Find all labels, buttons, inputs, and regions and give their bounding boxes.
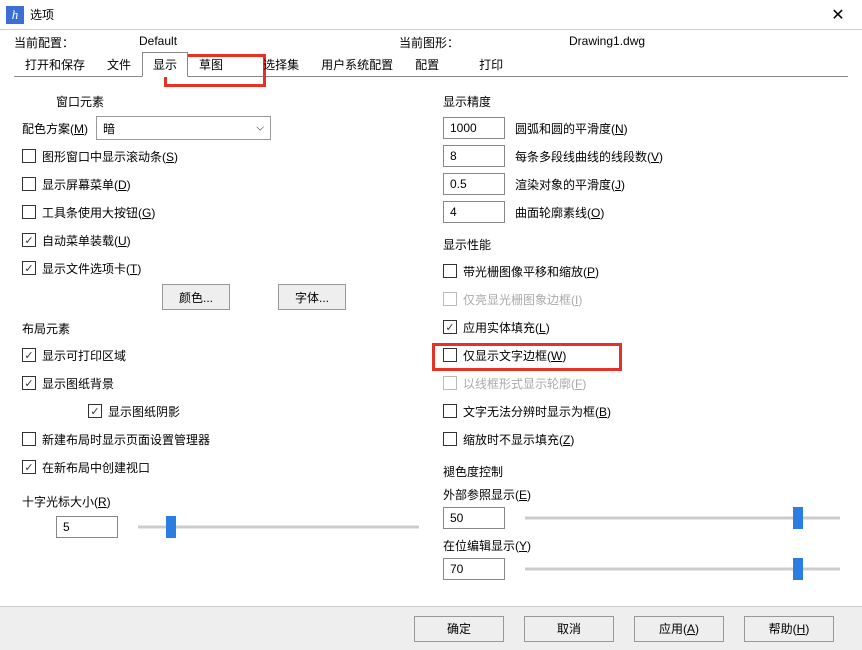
color-button[interactable]: 颜色... [162, 284, 230, 310]
xref-fade-label: 外部参照显示(E) [443, 486, 840, 503]
window-elements-title: 窗口元素 [56, 93, 419, 110]
text-frame-only-option[interactable]: 仅显示文字边框(W) [443, 347, 566, 364]
isoline-input[interactable]: 4 [443, 201, 505, 223]
text-box-checkbox[interactable] [443, 404, 457, 418]
xref-fade-input[interactable]: 50 [443, 507, 505, 529]
xref-fade-thumb[interactable] [793, 507, 803, 529]
inplace-fade-label: 在位编辑显示(Y) [443, 537, 840, 554]
new-layout-mgr-option[interactable]: 新建布局时显示页面设置管理器 [22, 431, 210, 448]
dialog-footer: 确定 取消 应用(A) 帮助(H) [0, 606, 862, 650]
precision-title: 显示精度 [443, 93, 840, 110]
current-drawing-value: Drawing1.dwg [569, 34, 645, 51]
pan-zoom-raster-option[interactable]: 带光栅图像平移和缩放(P) [443, 263, 599, 280]
solid-fill-option[interactable]: 应用实体填充(L) [443, 319, 550, 336]
auto-menu-checkbox[interactable] [22, 233, 36, 247]
color-scheme-label: 配色方案(M) [22, 120, 88, 137]
big-buttons-checkbox[interactable] [22, 205, 36, 219]
paper-bg-checkbox[interactable] [22, 376, 36, 390]
poly-segments-label: 每条多段线曲线的线段数(V) [515, 148, 663, 165]
screen-menu-checkbox[interactable] [22, 177, 36, 191]
right-column: 显示精度 1000 圆弧和圆的平滑度(N) 8 每条多段线曲线的线段数(V) 0.5… [443, 87, 840, 580]
titlebar: h 选项 ✕ [0, 0, 862, 30]
arc-smooth-input[interactable]: 1000 [443, 117, 505, 139]
color-scheme-value: 暗 [103, 120, 115, 137]
tab-sketch[interactable]: 草图 [188, 52, 234, 77]
render-smooth-input[interactable]: 0.5 [443, 173, 505, 195]
highlight-raster-frame-checkbox [443, 292, 457, 306]
poly-segments-input[interactable]: 8 [443, 145, 505, 167]
inplace-fade-input[interactable]: 70 [443, 558, 505, 580]
paper-shadow-checkbox[interactable] [88, 404, 102, 418]
crosshair-slider[interactable] [138, 521, 419, 533]
scrollbars-checkbox[interactable] [22, 149, 36, 163]
xref-fade-slider[interactable] [525, 512, 840, 524]
apply-button[interactable]: 应用(A) [634, 616, 724, 642]
isoline-label: 曲面轮廓素线(O) [515, 204, 604, 221]
window-title: 选项 [30, 6, 818, 23]
perf-title: 显示性能 [443, 236, 840, 253]
new-layout-viewport-checkbox[interactable] [22, 460, 36, 474]
tab-file[interactable]: 文件 [96, 52, 142, 77]
crosshair-input[interactable]: 5 [56, 516, 118, 538]
ok-button[interactable]: 确定 [414, 616, 504, 642]
highlight-raster-frame-option: 仅亮显光栅图象边框(I) [443, 291, 582, 308]
tab-display[interactable]: 显示 [142, 52, 188, 77]
close-icon[interactable]: ✕ [818, 1, 858, 29]
tab-print[interactable]: 打印 [468, 52, 514, 77]
content-area: 窗口元素 配色方案(M) 暗 ⌵ 图形窗口中显示滚动条(S) 显示屏幕菜单(D)… [0, 77, 862, 588]
wireframe-option: 以线框形式显示轮廓(F) [443, 375, 586, 392]
help-button[interactable]: 帮助(H) [744, 616, 834, 642]
inplace-fade-slider[interactable] [525, 563, 840, 575]
tabs: 打开和保存 文件 显示 草图 选择集 用户系统配置 配置 打印 [0, 53, 862, 77]
tab-user-config[interactable]: 用户系统配置 [310, 52, 404, 77]
solid-fill-checkbox[interactable] [443, 320, 457, 334]
wireframe-checkbox [443, 376, 457, 390]
screen-menu-option[interactable]: 显示屏幕菜单(D) [22, 176, 131, 193]
current-config-label: 当前配置： [14, 34, 139, 51]
text-box-option[interactable]: 文字无法分辨时显示为框(B) [443, 403, 611, 420]
tab-selection[interactable]: 选择集 [252, 52, 310, 77]
new-layout-viewport-option[interactable]: 在新布局中创建视口 [22, 459, 150, 476]
left-column: 窗口元素 配色方案(M) 暗 ⌵ 图形窗口中显示滚动条(S) 显示屏幕菜单(D)… [22, 87, 419, 580]
print-area-option[interactable]: 显示可打印区域 [22, 347, 126, 364]
no-fill-zoom-option[interactable]: 缩放时不显示填充(Z) [443, 431, 574, 448]
paper-shadow-option[interactable]: 显示图纸阴影 [88, 403, 180, 420]
app-icon: h [6, 6, 24, 24]
auto-menu-option[interactable]: 自动菜单装载(U) [22, 232, 131, 249]
cancel-button[interactable]: 取消 [524, 616, 614, 642]
no-fill-zoom-checkbox[interactable] [443, 432, 457, 446]
inplace-fade-thumb[interactable] [793, 558, 803, 580]
tab-open-save[interactable]: 打开和保存 [14, 52, 96, 77]
print-area-checkbox[interactable] [22, 348, 36, 362]
big-buttons-option[interactable]: 工具条使用大按钮(G) [22, 204, 155, 221]
arc-smooth-label: 圆弧和圆的平滑度(N) [515, 120, 628, 137]
new-layout-mgr-checkbox[interactable] [22, 432, 36, 446]
tab-config[interactable]: 配置 [404, 52, 450, 77]
current-drawing-label: 当前图形： [399, 34, 569, 51]
font-button[interactable]: 字体... [278, 284, 346, 310]
config-info-row: 当前配置： Default 当前图形： Drawing1.dwg [0, 30, 862, 53]
text-frame-only-checkbox[interactable] [443, 348, 457, 362]
scrollbars-option[interactable]: 图形窗口中显示滚动条(S) [22, 148, 178, 165]
layout-elements-title: 布局元素 [22, 320, 419, 337]
chevron-down-icon: ⌵ [256, 123, 264, 134]
file-tabs-option[interactable]: 显示文件选项卡(T) [22, 260, 141, 277]
paper-bg-option[interactable]: 显示图纸背景 [22, 375, 114, 392]
crosshair-title: 十字光标大小(R) [22, 493, 419, 510]
pan-zoom-raster-checkbox[interactable] [443, 264, 457, 278]
crosshair-slider-thumb[interactable] [166, 516, 176, 538]
render-smooth-label: 渲染对象的平滑度(J) [515, 176, 625, 193]
fade-title: 褪色度控制 [443, 463, 840, 480]
color-scheme-select[interactable]: 暗 ⌵ [96, 116, 271, 140]
file-tabs-checkbox[interactable] [22, 261, 36, 275]
current-config-value: Default [139, 34, 399, 51]
